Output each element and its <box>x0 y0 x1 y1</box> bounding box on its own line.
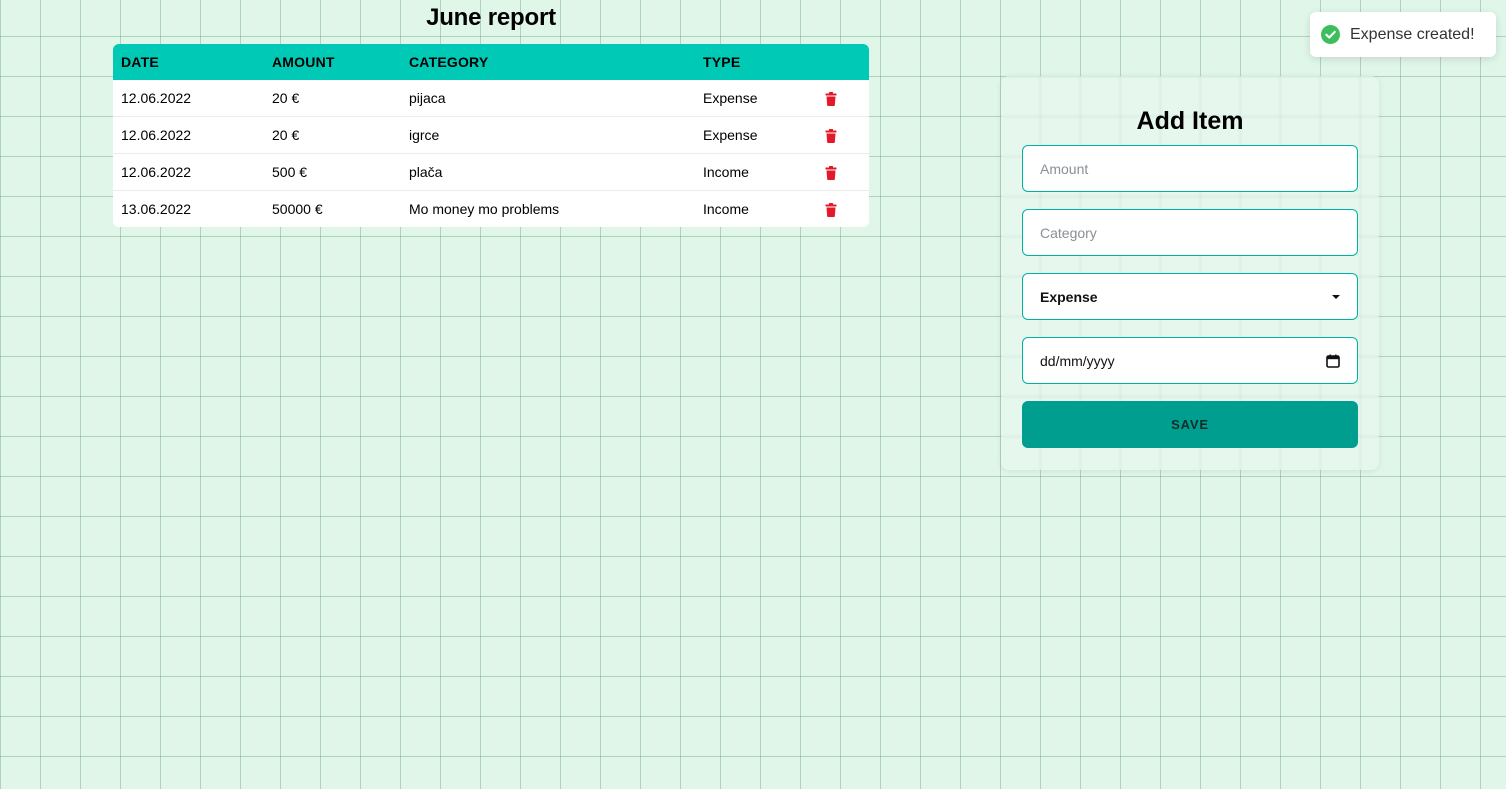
table-row: 12.06.2022 20 € pijaca Expense <box>113 80 869 117</box>
cell-date: 12.06.2022 <box>113 116 264 154</box>
toast-message: Expense created! <box>1350 25 1475 43</box>
cell-date: 12.06.2022 <box>121 90 192 106</box>
trash-icon[interactable] <box>825 129 837 144</box>
column-header-category: CATEGORY <box>409 54 489 70</box>
calendar-icon[interactable] <box>1326 354 1340 368</box>
cell-actions <box>817 190 869 227</box>
trash-icon[interactable] <box>825 203 837 218</box>
type-select[interactable]: Expense <box>1022 273 1358 320</box>
report-title: June report <box>426 4 556 31</box>
column-header-amount: AMOUNT <box>272 54 335 70</box>
cell-type: Income <box>695 190 817 227</box>
cell-category: pijaca <box>409 90 446 106</box>
category-input[interactable] <box>1022 209 1358 256</box>
form-title: Add Item <box>1136 107 1244 135</box>
cell-actions <box>817 153 869 191</box>
date-input[interactable]: dd/mm/yyyy <box>1022 337 1358 384</box>
cell-amount: 20 € <box>264 116 401 154</box>
check-circle-icon <box>1321 25 1340 44</box>
trash-icon[interactable] <box>825 92 837 107</box>
cell-amount: 50000 € <box>264 190 401 227</box>
cell-category: Mo money mo problems <box>401 190 695 227</box>
cell-amount: 500 € <box>264 153 401 191</box>
cell-type: Expense <box>703 90 758 106</box>
cell-category: igrce <box>401 116 695 154</box>
column-header-actions <box>817 44 869 80</box>
table-row: 12.06.2022 20 € igrce Expense <box>113 116 869 154</box>
type-select-value: Expense <box>1040 288 1098 305</box>
report-table: DATE AMOUNT CATEGORY TYPE 12.06.2022 20 … <box>113 44 869 227</box>
cell-category: plača <box>401 153 695 191</box>
column-header-date: DATE <box>121 54 159 70</box>
save-button[interactable]: SAVE <box>1022 401 1358 448</box>
cell-type: Expense <box>695 116 817 154</box>
cell-date: 13.06.2022 <box>113 190 264 227</box>
table-header-row: DATE AMOUNT CATEGORY TYPE <box>113 44 869 80</box>
cell-date: 12.06.2022 <box>113 153 264 191</box>
cell-actions <box>817 80 869 117</box>
trash-icon[interactable] <box>825 166 837 181</box>
date-input-value: dd/mm/yyyy <box>1040 352 1115 369</box>
cell-amount: 20 € <box>272 90 300 106</box>
table-row: 13.06.2022 50000 € Mo money mo problems … <box>113 190 869 227</box>
cell-actions <box>817 116 869 154</box>
toast-notification: Expense created! <box>1310 12 1496 57</box>
cell-type: Income <box>695 153 817 191</box>
chevron-down-icon <box>1332 294 1340 299</box>
table-row: 12.06.2022 500 € plača Income <box>113 153 869 191</box>
add-item-form: Add Item Expense dd/mm/yyyy SAVE <box>1001 76 1379 470</box>
amount-input[interactable] <box>1022 145 1358 192</box>
column-header-type: TYPE <box>703 54 741 70</box>
